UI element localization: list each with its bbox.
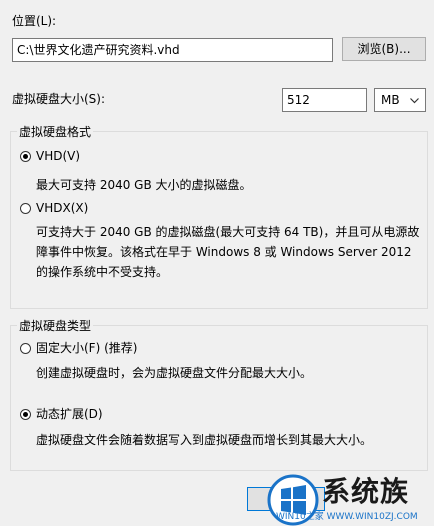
location-label: 位置(L): <box>12 14 57 28</box>
vhd-radio-label: VHD(V) <box>36 149 81 163</box>
watermark-url: WIN10之家 WWW.WIN10ZJ.COM <box>276 512 418 522</box>
vhdx-radio-option[interactable]: VHDX(X) <box>20 200 88 216</box>
radio-selected-dot <box>23 411 28 417</box>
dynamic-radio-label: 动态扩展(D) <box>36 407 103 421</box>
vhd-description: 最大可支持 2040 GB 大小的虚拟磁盘。 <box>36 178 252 192</box>
format-group-title: 虚拟硬盘格式 <box>17 124 94 140</box>
vhdx-description-line: 的操作系统中不受支持。 <box>36 265 169 279</box>
fixed-description: 创建虚拟硬盘时，会为虚拟硬盘文件分配最大大小。 <box>36 366 313 380</box>
vhdx-description-line: 可支持大于 2040 GB 的虚拟磁盘(最大可支持 64 TB)，并且可从电源故 <box>36 225 420 239</box>
watermark: 系统族 WIN10之家 WWW.WIN10ZJ.COM <box>262 474 434 526</box>
chevron-down-icon <box>410 98 419 104</box>
location-input[interactable]: C:\世界文化遗产研究资料.vhd <box>12 38 333 62</box>
fixed-radio-label: 固定大小(F) (推荐) <box>36 341 138 355</box>
vhdx-radio-label: VHDX(X) <box>36 201 89 215</box>
vhd-radio[interactable] <box>20 150 31 162</box>
dynamic-radio-option[interactable]: 动态扩展(D) <box>20 406 103 422</box>
vhdx-description-line: 障事件中恢复。该格式在早于 Windows 8 或 Windows Server… <box>36 245 412 259</box>
unit-select[interactable]: MB <box>374 88 426 112</box>
size-input[interactable]: 512 <box>282 88 367 112</box>
vhdx-description: 可支持大于 2040 GB 的虚拟磁盘(最大可支持 64 TB)，并且可从电源故… <box>36 222 419 282</box>
vhd-radio-option[interactable]: VHD(V) <box>20 148 80 164</box>
dynamic-description: 虚拟硬盘文件会随着数据写入到虚拟硬盘而增长到其最大大小。 <box>36 433 373 447</box>
radio-selected-dot <box>23 153 28 159</box>
dynamic-radio[interactable] <box>20 408 31 420</box>
fixed-radio-option[interactable]: 固定大小(F) (推荐) <box>20 340 137 356</box>
watermark-title: 系统族 <box>322 475 410 508</box>
fixed-radio[interactable] <box>20 342 31 354</box>
unit-select-value: MB <box>381 93 400 107</box>
size-label: 虚拟硬盘大小(S): <box>12 92 106 106</box>
browse-button[interactable]: 浏览(B)... <box>342 37 426 61</box>
vhdx-radio[interactable] <box>20 202 31 214</box>
type-group-title: 虚拟硬盘类型 <box>17 318 94 334</box>
